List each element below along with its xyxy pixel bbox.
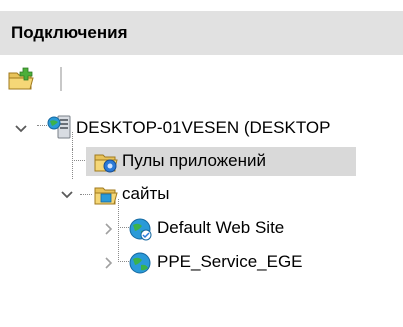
chevron-down-icon[interactable] — [14, 122, 28, 136]
tree-node-label: Default Web Site — [157, 218, 285, 237]
sites-folder-icon — [94, 187, 118, 205]
tree-connector — [80, 180, 92, 195]
tree-node-site[interactable]: Default Web Site — [0, 199, 403, 243]
tree-node-label: DESKTOP-01VESEN (DESKTOP — [76, 118, 331, 137]
app-pools-icon — [94, 154, 118, 173]
chevron-down-icon[interactable] — [60, 188, 74, 202]
connections-panel: Подключения DESKTOP-01VESEN (DESKTOP Пул… — [0, 0, 403, 327]
chevron-right-icon[interactable] — [101, 256, 115, 270]
toolbar — [0, 55, 403, 103]
connections-tree: DESKTOP-01VESEN (DESKTOP Пулы приложений — [0, 103, 403, 327]
website-globe-icon — [129, 252, 151, 274]
website-globe-icon — [129, 218, 152, 241]
new-connection-button[interactable] — [7, 66, 35, 92]
server-icon — [47, 115, 71, 139]
panel-title: Подключения — [11, 23, 128, 42]
tree-node-label: сайты — [122, 184, 170, 203]
tree-node-site[interactable]: PPE_Service_EGE — [0, 227, 403, 277]
chevron-right-icon[interactable] — [101, 222, 115, 236]
panel-header: Подключения — [0, 11, 403, 55]
tree-connector — [72, 149, 73, 179]
tree-node-server[interactable]: DESKTOP-01VESEN (DESKTOP — [0, 113, 403, 143]
tree-node-label: Пулы приложений — [122, 151, 266, 170]
tree-node-sites[interactable]: сайты — [0, 149, 403, 209]
tree-node-app-pools[interactable]: Пулы приложений — [0, 132, 403, 176]
tree-node-label: PPE_Service_EGE — [157, 252, 303, 271]
toolbar-separator — [60, 67, 62, 91]
new-connection-folder-icon — [8, 67, 34, 90]
